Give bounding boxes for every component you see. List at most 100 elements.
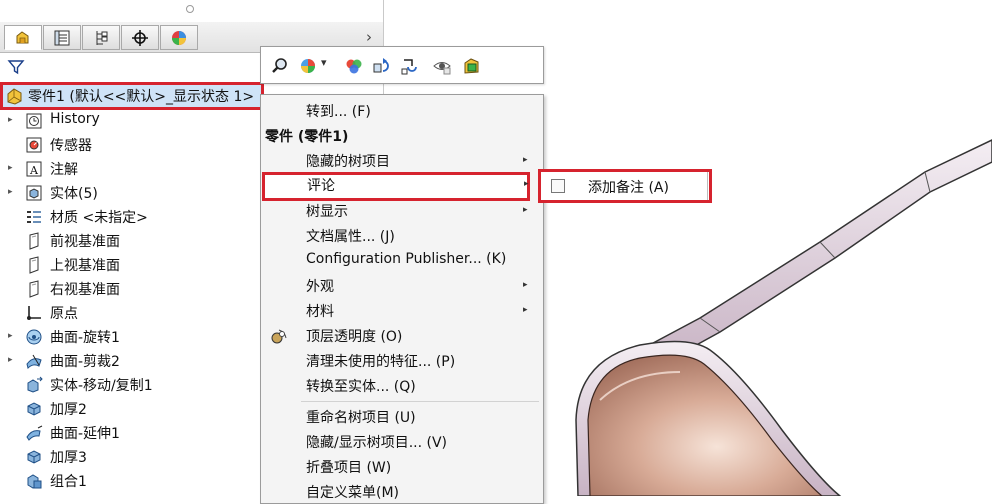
menu-item-label: 材料 [306,304,334,320]
submenu-arrow-icon: ▸ [523,205,528,215]
move-copy-icon [24,375,44,395]
tabs-more-chevron-icon[interactable]: › [366,28,372,46]
tree-item-label: 加厚3 [50,450,87,466]
rollback-button[interactable] [399,55,421,77]
menu-item-label: Configuration Publisher... (K) [306,251,507,267]
tree-item[interactable]: ▸ History [0,110,260,132]
comment-checkbox-icon [551,179,565,193]
tree-item[interactable]: ▸ 实体(5) [0,182,260,204]
rebuild-button[interactable] [371,55,393,77]
menu-item[interactable]: 材料 ▸ [261,298,543,323]
tree-item-label: 实体-移动/复制1 [50,378,153,394]
plane-icon [24,255,44,275]
tree-item[interactable]: 原点 [0,302,260,324]
expand-arrow-icon[interactable]: ▸ [8,355,13,365]
tree-item[interactable]: ▸ 曲面-剪裁2 [0,350,260,372]
menu-separator [301,401,539,402]
expand-arrow-icon[interactable]: ▸ [8,187,13,197]
tree-item[interactable]: 加厚2 [0,398,260,420]
menu-item-label: 评论 [307,178,335,194]
menu-item[interactable]: 评论 ▸ [262,172,530,201]
svg-text:A: A [29,164,39,177]
menu-item[interactable]: 树显示 ▸ [261,198,543,223]
tree-item[interactable]: 前视基准面 [0,230,260,252]
tree-item[interactable]: 实体-移动/复制1 [0,374,260,396]
sensor-icon [24,135,44,155]
history-icon [24,111,44,131]
displaymanager-icon [172,30,186,45]
menu-item[interactable]: 文档属性... (J) [261,223,543,248]
menu-item-label: 树显示 [306,204,348,220]
tree-item[interactable]: 传感器 [0,134,260,156]
tree-item[interactable]: ▸ A 注解 [0,158,260,180]
tree-item[interactable]: 材质 <未指定> [0,206,260,228]
tree-root-part[interactable]: 零件1 (默认<<默认>_显示状态 1> [0,82,264,110]
propertymanager-icon [54,30,70,45]
hide-show-icon [433,62,451,75]
tree-item-label: 曲面-延伸1 [50,426,120,442]
tree-item-label: 传感器 [50,138,92,154]
tree-item-label: 材质 <未指定> [50,210,148,226]
tree-item-label: 加厚2 [50,402,87,418]
edit-part-button[interactable] [461,55,483,77]
add-comment-menu-item[interactable]: 添加备注 (A) [541,172,708,200]
tree-item[interactable]: 曲面-延伸1 [0,422,260,444]
menu-item[interactable]: 转到... (F) [261,98,543,123]
tree-item[interactable]: 上视基准面 [0,254,260,276]
surface-extend-icon [24,423,44,443]
submenu-arrow-icon: ▸ [523,155,528,165]
part-icon [5,86,25,106]
thicken-icon [24,447,44,467]
thicken-icon [24,399,44,419]
menu-item-label: 自定义菜单(M) [306,485,400,501]
tab-dimxpert[interactable] [121,25,159,50]
menu-item[interactable]: 折叠项目 (W) [261,454,543,479]
tree-item[interactable]: 右视基准面 [0,278,260,300]
dimxpert-icon [132,29,148,46]
menu-item[interactable]: 自定义菜单(M) [261,479,543,504]
tab-featuremanager[interactable] [4,25,42,50]
menu-item[interactable]: 重命名树项目 (U) [261,404,543,429]
hide-show-button[interactable] [431,55,453,77]
menu-item-label: 隐藏/显示树项目... (V) [306,435,448,451]
filter-icon[interactable] [7,58,25,76]
lens[interactable] [587,354,823,496]
menu-item[interactable]: 转换至实体... (Q) [261,373,543,398]
tab-propertymanager[interactable] [43,25,81,50]
tree-item-label: 原点 [50,306,78,322]
expand-arrow-icon[interactable]: ▸ [8,331,13,341]
submenu-arrow-icon: ▸ [524,179,529,189]
rollback-icon [401,59,417,75]
expand-arrow-icon[interactable]: ▸ [8,163,13,173]
tree-item[interactable]: 组合1 [0,470,260,492]
menu-item-label: 转换至实体... (Q) [306,379,416,395]
zoom-to-selection-button[interactable] [269,55,291,77]
menu-item[interactable]: Configuration Publisher... (K) [261,248,543,273]
tree-item[interactable]: ▸ 曲面-旋转1 [0,326,260,348]
tab-displaymanager[interactable] [160,25,198,50]
display-style-button[interactable] [343,55,365,77]
context-menu: 转到... (F) 零件 (零件1) 隐藏的树项目 ▸ 评论 ▸ 树显示 ▸ 文档属性... (… [260,94,544,504]
appearance-dropdown-icon[interactable]: ▾ [321,56,327,69]
surface-revolve-icon [24,327,44,347]
menu-header: 零件 (零件1) [261,123,543,148]
origin-icon [24,303,44,323]
transparency-icon [269,326,289,346]
menu-item[interactable]: 外观 ▸ [261,273,543,298]
appearance-button[interactable] [297,55,319,77]
plane-icon [24,231,44,251]
tab-configurationmanager[interactable] [82,25,120,50]
expand-arrow-icon[interactable]: ▸ [8,115,13,125]
featuremanager-icon [16,30,29,43]
menu-item[interactable]: 隐藏/显示树项目... (V) [261,429,543,454]
menu-item-label: 外观 [306,279,334,295]
tree-item-label: 上视基准面 [50,258,120,274]
menu-item-label: 折叠项目 (W) [306,460,392,476]
menu-item[interactable]: 顶层透明度 (O) [261,323,543,348]
menu-item[interactable]: 清理未使用的特征... (P) [261,348,543,373]
menu-item[interactable]: 隐藏的树项目 ▸ [261,148,543,173]
panel-grip-icon[interactable] [186,5,194,13]
menu-item-label: 文档属性... (J) [306,229,395,245]
add-comment-label: 添加备注 (A) [588,180,669,196]
tree-item[interactable]: 加厚3 [0,446,260,468]
